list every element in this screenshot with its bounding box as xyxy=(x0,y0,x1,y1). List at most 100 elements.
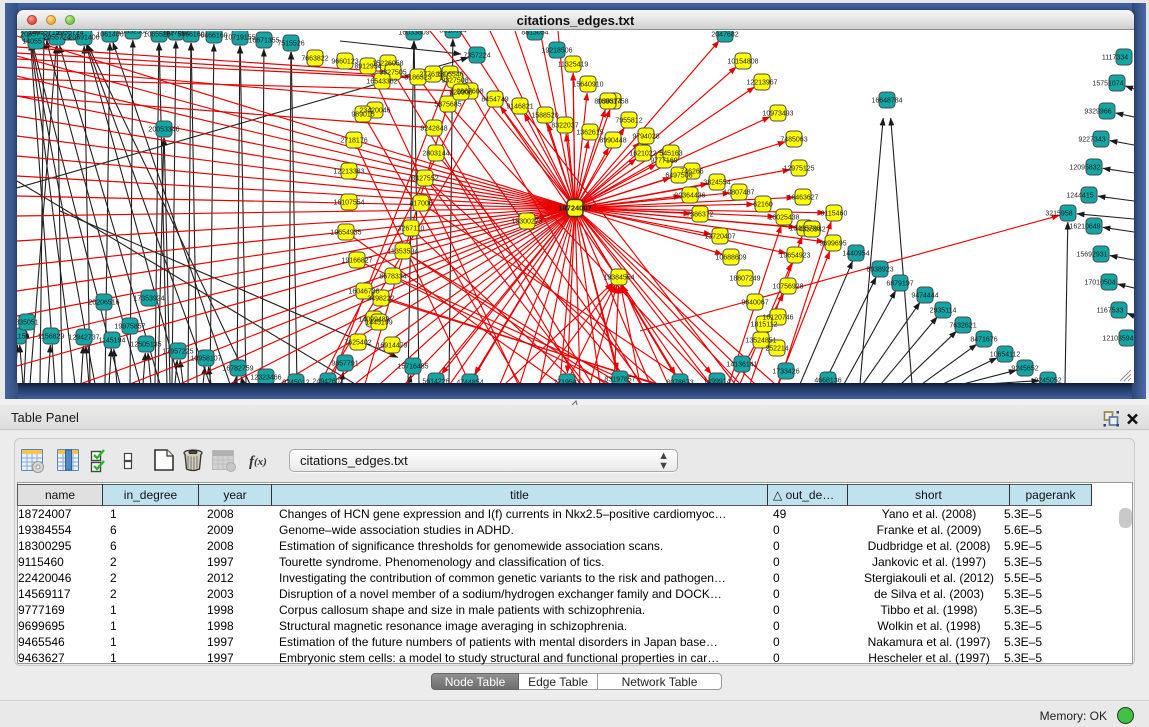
svg-text:1733426: 1733426 xyxy=(772,369,799,376)
svg-text:9146821: 9146821 xyxy=(506,104,533,111)
svg-text:9840067: 9840067 xyxy=(741,300,768,307)
svg-text:10654112: 10654112 xyxy=(990,352,1021,359)
svg-text:10688609: 10688609 xyxy=(715,255,746,262)
svg-text:9699695: 9699695 xyxy=(819,241,846,248)
svg-text:16782759: 16782759 xyxy=(222,366,253,373)
svg-text:1440954: 1440954 xyxy=(842,251,869,258)
svg-text:17010504: 17010504 xyxy=(1084,280,1115,287)
svg-text:2047682: 2047682 xyxy=(711,32,738,39)
svg-text:7625402: 7625402 xyxy=(344,340,371,347)
svg-text:2055724: 2055724 xyxy=(56,31,83,37)
svg-text:7632621: 7632621 xyxy=(949,323,976,330)
svg-text:20206516: 20206516 xyxy=(88,300,119,307)
svg-text:1156829: 1156829 xyxy=(38,334,65,341)
svg-text:19975857: 19975857 xyxy=(114,324,145,331)
svg-text:8038374: 8038374 xyxy=(594,99,621,106)
svg-text:11325419: 11325419 xyxy=(558,62,589,69)
svg-text:16543362: 16543362 xyxy=(366,79,397,86)
svg-text:19654923: 19654923 xyxy=(779,253,810,260)
svg-text:62160: 62160 xyxy=(753,202,773,209)
svg-text:1815112: 1815112 xyxy=(751,322,778,329)
svg-text:2803144: 2803144 xyxy=(422,151,449,158)
svg-text:7955812: 7955812 xyxy=(615,118,642,125)
svg-text:14136141: 14136141 xyxy=(726,362,757,369)
svg-text:15640910: 15640910 xyxy=(572,82,603,89)
svg-text:3267110: 3267110 xyxy=(398,226,425,233)
svg-text:15300273: 15300273 xyxy=(511,219,542,226)
svg-text:10154808: 10154808 xyxy=(727,59,758,66)
svg-text:12103594: 12103594 xyxy=(1102,336,1133,343)
svg-text:16107554: 16107554 xyxy=(333,200,364,207)
svg-text:13720407: 13720407 xyxy=(704,234,735,241)
svg-text:5875685: 5875685 xyxy=(434,102,461,109)
svg-text:10756928: 10756928 xyxy=(772,284,803,291)
svg-text:83197857: 83197857 xyxy=(604,377,635,384)
svg-text:8813054: 8813054 xyxy=(439,31,466,35)
svg-text:20053346: 20053346 xyxy=(148,127,179,134)
svg-text:545163: 545163 xyxy=(659,151,682,158)
svg-text:391159: 391159 xyxy=(17,334,30,341)
svg-text:19384554: 19384554 xyxy=(603,275,634,282)
svg-text:17957225: 17957225 xyxy=(162,349,193,356)
svg-text:8427552: 8427552 xyxy=(411,176,438,183)
svg-text:4744854: 4744854 xyxy=(456,380,483,384)
svg-text:13524851: 13524851 xyxy=(745,338,776,345)
svg-text:1145194: 1145194 xyxy=(99,338,126,345)
svg-text:1499914: 1499914 xyxy=(703,379,730,384)
svg-text:8678334: 8678334 xyxy=(379,274,406,281)
svg-text:8454749: 8454749 xyxy=(481,97,508,104)
svg-text:15751074: 15751074 xyxy=(1092,81,1123,88)
svg-text:1588520: 1588520 xyxy=(531,113,558,120)
svg-text:17353924: 17353924 xyxy=(133,296,164,303)
svg-text:4668136: 4668136 xyxy=(814,378,841,384)
svg-text:9327508: 9327508 xyxy=(441,78,468,85)
svg-text:2718176: 2718176 xyxy=(340,138,367,145)
svg-text:15692931: 15692931 xyxy=(1076,252,1107,259)
svg-text:3215958: 3215958 xyxy=(1045,211,1072,218)
svg-text:8938923: 8938923 xyxy=(866,267,893,274)
svg-text:1244415: 1244415 xyxy=(1066,193,1093,200)
svg-text:1405571: 1405571 xyxy=(22,39,49,46)
svg-text:3824554: 3824554 xyxy=(703,180,730,187)
svg-text:9474444: 9474444 xyxy=(911,293,938,300)
svg-text:12213383: 12213383 xyxy=(333,169,364,176)
svg-text:10973493: 10973493 xyxy=(762,111,793,118)
svg-text:1621022: 1621022 xyxy=(629,151,656,158)
svg-text:3498222: 3498222 xyxy=(367,296,394,303)
svg-text:9115460: 9115460 xyxy=(821,211,848,218)
svg-text:9245052: 9245052 xyxy=(1034,378,1061,384)
svg-text:16033809: 16033809 xyxy=(398,31,429,37)
svg-text:24942603: 24942603 xyxy=(312,379,343,384)
svg-text:1117334: 1117334 xyxy=(1102,55,1128,62)
svg-text:16648784: 16648784 xyxy=(871,98,902,105)
svg-text:9245012: 9245012 xyxy=(282,380,309,384)
svg-text:18807249: 18807249 xyxy=(729,276,760,283)
svg-text:18724007: 18724007 xyxy=(558,204,591,213)
svg-text:10025438: 10025438 xyxy=(768,215,799,222)
svg-text:10807487: 10807487 xyxy=(723,190,754,197)
svg-text:15716485: 15716485 xyxy=(397,364,428,371)
svg-text:6497508: 6497508 xyxy=(665,173,692,180)
svg-text:16120746: 16120746 xyxy=(762,315,793,322)
svg-text:9242848: 9242848 xyxy=(420,126,447,133)
svg-text:12213967: 12213967 xyxy=(746,80,777,87)
svg-text:252214: 252214 xyxy=(765,346,788,353)
svg-text:6879197: 6879197 xyxy=(886,281,913,288)
svg-text:7515526: 7515526 xyxy=(277,41,304,48)
svg-text:16463627: 16463627 xyxy=(787,195,818,202)
svg-text:10958107: 10958107 xyxy=(190,356,221,363)
svg-text:16210649: 16210649 xyxy=(1069,224,1100,231)
svg-text:835051: 835051 xyxy=(17,320,39,327)
svg-text:16046736: 16046736 xyxy=(348,289,379,296)
svg-text:629903: 629903 xyxy=(449,90,472,97)
svg-text:20364436: 20364436 xyxy=(674,193,705,200)
svg-text:9327505: 9327505 xyxy=(379,70,406,77)
svg-text:417006: 417006 xyxy=(409,201,432,208)
svg-text:989015: 989015 xyxy=(351,112,374,119)
svg-text:8471676: 8471676 xyxy=(970,337,997,344)
svg-text:9857791: 9857791 xyxy=(331,361,358,368)
svg-text:12505135: 12505135 xyxy=(130,342,161,349)
svg-text:5614226: 5614226 xyxy=(422,379,449,384)
svg-text:9227343: 9227343 xyxy=(1078,137,1105,144)
svg-text:8990448: 8990448 xyxy=(599,138,626,145)
